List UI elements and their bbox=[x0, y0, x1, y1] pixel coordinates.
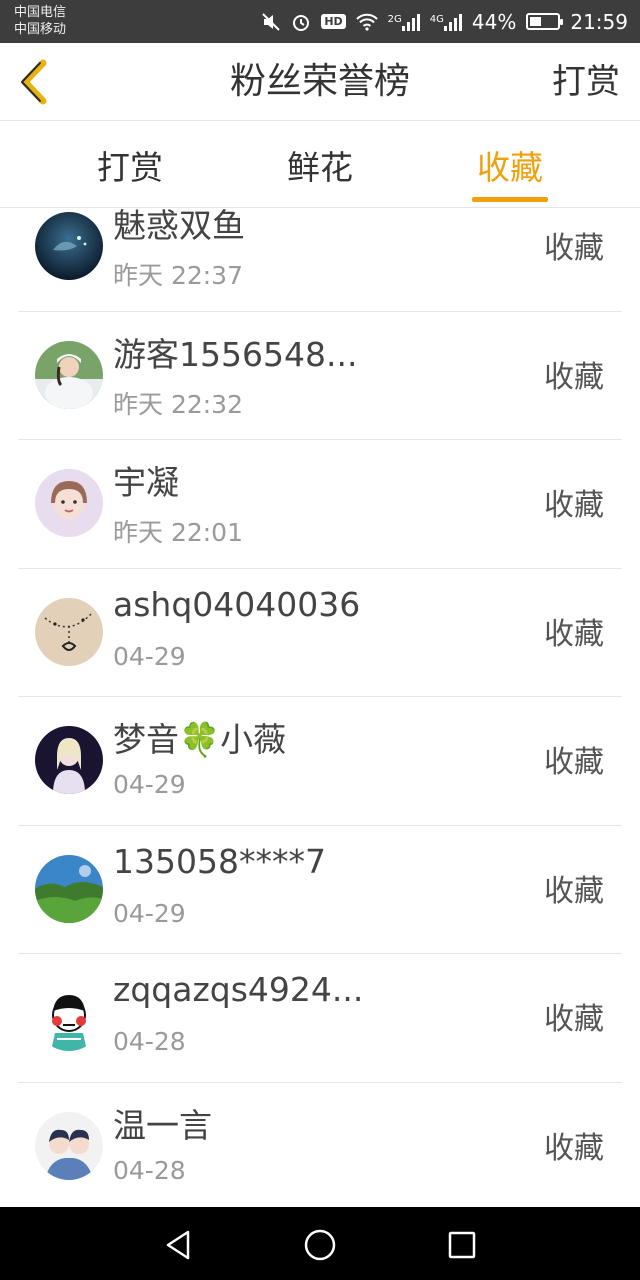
signal-bars-icon bbox=[443, 13, 462, 31]
list-item[interactable]: 梦音🍀小薇 04-29 收藏 bbox=[18, 697, 622, 826]
fan-name: 梦音🍀小薇 bbox=[113, 720, 287, 759]
fan-time: 04-28 bbox=[113, 1027, 186, 1056]
carrier-1: 中国电信 bbox=[14, 5, 67, 20]
status-bar: 中国电信 中国移动 HD 2G 4G 44% 21:59 bbox=[0, 0, 640, 43]
battery-icon bbox=[526, 13, 564, 30]
chevron-left-icon bbox=[21, 59, 47, 105]
favorite-label: 收藏 bbox=[544, 745, 604, 780]
signal-bars-icon bbox=[401, 13, 420, 31]
favorite-label: 收藏 bbox=[544, 1130, 604, 1166]
hd-badge: HD bbox=[321, 14, 346, 29]
page-title: 粉丝荣誉榜 bbox=[229, 61, 410, 102]
avatar[interactable] bbox=[35, 212, 103, 280]
battery-percent: 44% bbox=[471, 9, 517, 34]
list-item[interactable]: zqqazqs4924... 04-28 收藏 bbox=[18, 954, 622, 1083]
list-item[interactable]: ashq04040036 04-29 收藏 bbox=[18, 569, 622, 697]
avatar[interactable] bbox=[35, 983, 103, 1051]
fan-name: 魅惑双鱼 bbox=[113, 209, 245, 245]
fan-name: 135058****7 bbox=[113, 841, 326, 881]
battery-fill bbox=[530, 17, 542, 26]
favorite-label: 收藏 bbox=[544, 1002, 604, 1037]
avatar[interactable] bbox=[35, 469, 103, 537]
nav-back-button[interactable] bbox=[158, 1225, 198, 1265]
tab-tip[interactable]: 打赏 bbox=[35, 122, 225, 208]
status-icons: HD 2G 4G 44% 21:59 bbox=[261, 0, 628, 43]
clock: 21:59 bbox=[570, 9, 628, 34]
fan-time: 昨天 22:32 bbox=[113, 389, 243, 419]
square-recents-icon bbox=[448, 1231, 476, 1259]
fan-time: 04-28 bbox=[113, 1155, 186, 1185]
carrier-info: 中国电信 中国移动 bbox=[14, 4, 66, 38]
fan-time: 04-29 bbox=[113, 641, 186, 671]
nav-home-button[interactable] bbox=[300, 1225, 340, 1265]
circle-home-icon bbox=[304, 1229, 336, 1261]
avatar[interactable] bbox=[35, 854, 103, 923]
tab-favorites[interactable]: 收藏 bbox=[415, 122, 605, 208]
favorite-label: 收藏 bbox=[544, 359, 604, 395]
mute-icon bbox=[261, 12, 281, 32]
favorite-label: 收藏 bbox=[544, 616, 604, 652]
triangle-back-icon bbox=[166, 1230, 190, 1260]
fan-time: 昨天 22:01 bbox=[113, 518, 243, 547]
app-header: 粉丝荣誉榜 打赏 bbox=[0, 43, 640, 121]
tip-button[interactable]: 打赏 bbox=[552, 43, 620, 121]
fan-time: 04-29 bbox=[113, 770, 186, 799]
fan-name: 温一言 bbox=[113, 1105, 212, 1145]
system-nav-bar bbox=[0, 1207, 640, 1280]
favorite-label: 收藏 bbox=[544, 873, 604, 909]
net-2g-label: 2G bbox=[387, 13, 402, 25]
fan-name: zqqazqs4924... bbox=[113, 970, 364, 1009]
back-button[interactable] bbox=[14, 57, 54, 107]
signal-2g: 2G bbox=[388, 13, 420, 31]
fan-name: ashq04040036 bbox=[113, 584, 361, 624]
net-4g-label: 4G bbox=[429, 13, 444, 25]
fan-time: 04-29 bbox=[113, 898, 186, 928]
avatar[interactable] bbox=[35, 340, 103, 409]
list-item[interactable]: 温一言 04-28 收藏 bbox=[18, 1083, 622, 1208]
tab-flowers[interactable]: 鲜花 bbox=[225, 122, 415, 208]
fan-name: 游客1556548... bbox=[113, 334, 358, 374]
alarm-icon bbox=[291, 12, 311, 32]
nav-recents-button[interactable] bbox=[442, 1225, 482, 1265]
list-item[interactable]: 魅惑双鱼 昨天 22:37 收藏 bbox=[18, 209, 622, 312]
tab-bar: 打赏 鲜花 收藏 bbox=[0, 122, 640, 208]
signal-4g: 4G bbox=[430, 13, 462, 31]
list-item[interactable]: 135058****7 04-29 收藏 bbox=[18, 826, 622, 954]
favorite-label: 收藏 bbox=[544, 488, 604, 523]
favorite-label: 收藏 bbox=[544, 231, 604, 266]
fan-time: 昨天 22:37 bbox=[113, 261, 243, 290]
avatar[interactable] bbox=[35, 726, 103, 794]
carrier-2: 中国移动 bbox=[14, 22, 67, 37]
avatar[interactable] bbox=[35, 1111, 103, 1180]
fan-name: 宇凝 bbox=[113, 463, 179, 502]
list-item[interactable]: 游客1556548... 昨天 22:32 收藏 bbox=[18, 312, 622, 440]
list-item[interactable]: 宇凝 昨天 22:01 收藏 bbox=[18, 440, 622, 569]
fan-list[interactable]: 魅惑双鱼 昨天 22:37 收藏 游客1556548... 昨天 22:32 收… bbox=[0, 209, 640, 1207]
avatar[interactable] bbox=[35, 597, 103, 666]
wifi-icon bbox=[355, 13, 378, 31]
